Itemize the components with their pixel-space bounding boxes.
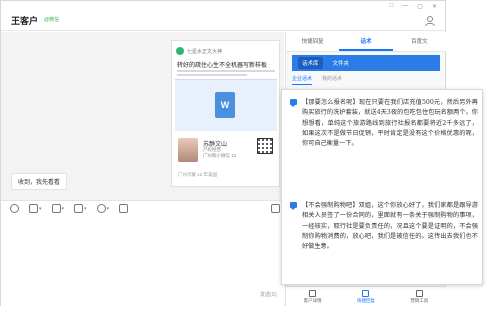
panel-bottom-nav: 客户详情 快捷回复 营销工具 bbox=[286, 286, 446, 306]
contact-source-tag: @微信 bbox=[44, 17, 60, 23]
maximize-window-icon[interactable]: ▢ bbox=[417, 3, 423, 10]
nav-label: 快捷回复 bbox=[356, 297, 375, 303]
incoming-message-bubble: 收到，我先看看 bbox=[11, 173, 68, 190]
library-switcher: 话术库 文件夹 bbox=[292, 55, 440, 71]
emoji-button[interactable] bbox=[10, 204, 19, 213]
scissors-icon bbox=[29, 204, 38, 213]
folder-library-button[interactable]: 文件夹 bbox=[329, 57, 354, 69]
tab-company-scripts[interactable]: 企业话术 bbox=[292, 75, 313, 85]
phone-icon bbox=[96, 204, 106, 213]
script-scope-tabs: 企业话术 我的话术 bbox=[292, 75, 342, 85]
shield-button[interactable] bbox=[119, 204, 129, 213]
image-button[interactable]: ▾ bbox=[51, 204, 65, 213]
folder-button[interactable]: ▾ bbox=[74, 204, 87, 213]
folder-icon bbox=[74, 204, 84, 213]
word-document-icon: W bbox=[215, 92, 235, 118]
article-title: 转好的疏住心生不全机器写新样板 bbox=[177, 63, 268, 69]
minimize-window-icon[interactable]: — bbox=[402, 3, 408, 10]
reply-script-text: 【不会强制购物吧】双姐，这个你放心好了，我们家都是跟导游相关人员签了一份合同的，… bbox=[302, 202, 478, 251]
reply-script-item[interactable]: 【那要怎么报名呢】现在只要在我们店充值500元，然后另外再购买旅行的洗护套装，就… bbox=[290, 98, 478, 149]
chevron-down-icon: ▾ bbox=[61, 205, 65, 212]
side-tools bbox=[271, 204, 280, 213]
scissors-button[interactable]: ▾ bbox=[29, 204, 42, 213]
chevron-down-icon: ▾ bbox=[39, 205, 42, 212]
tab-quick-reply[interactable]: 快捷回复 bbox=[286, 32, 339, 51]
speech-bubble-icon bbox=[290, 202, 297, 210]
reply-scripts-popup: 【那要怎么报名呢】现在只要在我们店充值500元，然后另外再购买旅行的洗护套装，就… bbox=[281, 89, 483, 285]
emoji-icon bbox=[10, 204, 19, 213]
close-window-icon[interactable]: ✕ bbox=[432, 3, 437, 10]
tab-my-scripts[interactable]: 我的话术 bbox=[322, 75, 342, 85]
article-source: 七星水正文大神 bbox=[176, 47, 222, 55]
message-list[interactable]: 七星水正文大神 转好的疏住心生不全机器写新样板 W 苏静文山 产权经营 广州和小… bbox=[1, 32, 284, 200]
qr-code-icon bbox=[257, 138, 273, 154]
tab-scripts[interactable]: 话术 bbox=[339, 32, 393, 51]
image-icon bbox=[51, 204, 61, 213]
window-controls: □ — ▢ ✕ bbox=[390, 3, 437, 10]
title-bar: 王客户 @微信 □ — ▢ ✕ bbox=[1, 1, 445, 31]
nav-label: 营销工具 bbox=[410, 297, 429, 303]
chat-icon bbox=[362, 289, 370, 297]
chevron-down-icon: ▾ bbox=[84, 205, 87, 212]
input-divider bbox=[1, 200, 284, 201]
contact-name: 王客户 bbox=[11, 16, 39, 26]
article-text-line bbox=[177, 70, 275, 72]
article-source-name: 七星水正文大神 bbox=[187, 48, 223, 55]
reply-script-text: 【那要怎么报名呢】现在只要在我们店充值500元，然后另外再购买旅行的洗护套装，就… bbox=[302, 99, 478, 148]
article-footer: 广州鸿蒙 12 年美国 bbox=[178, 172, 218, 177]
article-author-block: 苏静文山 产权经营 广州和小微信 12 广州鸿蒙 12 年美国 bbox=[175, 136, 277, 184]
script-library-button[interactable]: 话术库 bbox=[298, 57, 323, 69]
shared-article-card[interactable]: 七星水正文大神 转好的疏住心生不全机器写新样板 W 苏静文山 产权经营 广州和小… bbox=[171, 40, 280, 187]
message-input[interactable] bbox=[1, 218, 284, 306]
author-meta: 广州和小微信 12 bbox=[203, 153, 237, 158]
pin-window-icon[interactable]: □ bbox=[390, 3, 394, 10]
input-toolbar: ▾ ▾ ▾ ▾ bbox=[10, 204, 129, 213]
article-text-line bbox=[177, 74, 247, 76]
nav-marketing-tools[interactable]: 营销工具 bbox=[393, 287, 446, 306]
nav-quick-reply[interactable]: 快捷回复 bbox=[339, 287, 392, 306]
speech-bubble-icon bbox=[290, 99, 297, 107]
customer-icon bbox=[309, 289, 317, 297]
author-avatar bbox=[178, 138, 198, 162]
call-button[interactable]: ▾ bbox=[96, 204, 110, 213]
panel-tabs: 快捷回复 话术 百度文 bbox=[286, 32, 446, 52]
nav-label: 客户详情 bbox=[303, 297, 322, 303]
contact-profile-icon[interactable] bbox=[424, 15, 436, 27]
nav-customer-details[interactable]: 客户详情 bbox=[286, 287, 339, 306]
shield-icon bbox=[119, 204, 129, 213]
history-icon[interactable] bbox=[271, 204, 280, 213]
source-logo-icon bbox=[176, 47, 184, 55]
send-button[interactable]: 发送(S) bbox=[260, 291, 277, 298]
toolbox-icon bbox=[415, 289, 423, 297]
chevron-down-icon: ▾ bbox=[106, 205, 110, 212]
reply-script-item[interactable]: 【不会强制购物吧】双姐，这个你放心好了，我们家都是跟导游相关人员签了一份合同的，… bbox=[290, 201, 478, 252]
tab-baidu[interactable]: 百度文 bbox=[393, 32, 446, 51]
document-preview[interactable]: W bbox=[175, 79, 277, 131]
